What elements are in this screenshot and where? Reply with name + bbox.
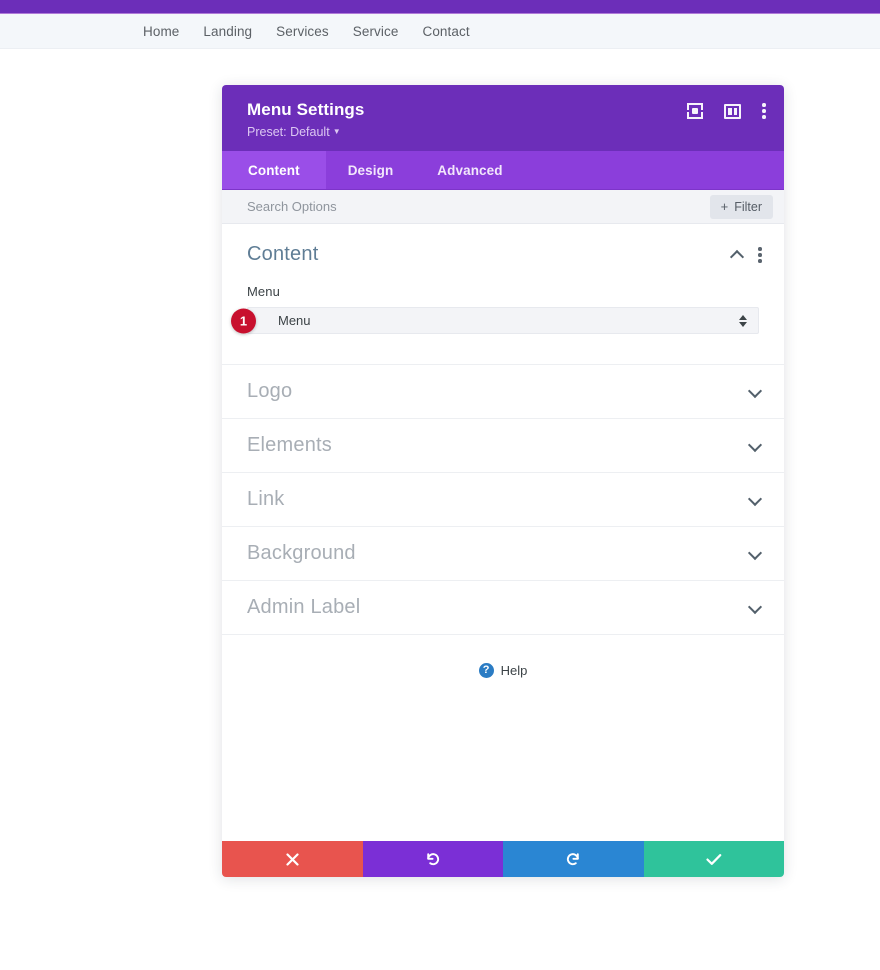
modal-title: Menu Settings [247, 100, 365, 119]
chevron-down-icon[interactable] [749, 547, 762, 560]
section-row-admin-label[interactable]: Admin Label [222, 580, 784, 634]
layout-icon[interactable] [724, 103, 741, 119]
filter-button[interactable]: + Filter [709, 194, 773, 219]
tab-design[interactable]: Design [326, 151, 416, 189]
site-top-accent-bar [0, 0, 880, 14]
modal-action-bar [222, 841, 784, 878]
site-nav-item-contact[interactable]: Contact [422, 24, 469, 39]
section-label-link: Link [247, 488, 285, 511]
content-section-title: Content [247, 243, 319, 266]
menu-select[interactable]: Menu [247, 307, 759, 335]
menu-field-label: Menu [247, 284, 280, 300]
cancel-button[interactable] [222, 841, 363, 878]
menu-settings-modal: Menu Settings Preset: Default ▼ Content D… [222, 85, 784, 878]
chevron-down-icon[interactable] [749, 601, 762, 614]
menu-select-wrapper: 1 Menu [231, 307, 759, 335]
step-badge: 1 [231, 308, 256, 334]
section-label-elements: Elements [247, 434, 332, 457]
section-row-logo[interactable]: Logo [222, 364, 784, 418]
chevron-up-icon[interactable] [731, 248, 744, 261]
site-navigation: Home Landing Services Service Contact [0, 14, 880, 49]
search-input[interactable] [247, 199, 710, 215]
content-section: Content Menu 1 Menu [222, 224, 784, 364]
preset-label: Preset: Default [247, 125, 330, 140]
content-section-kebab-icon[interactable] [758, 247, 762, 263]
preset-selector[interactable]: Preset: Default ▼ [247, 125, 364, 139]
content-section-controls [731, 247, 762, 263]
tab-content[interactable]: Content [222, 151, 326, 190]
search-options-bar: + Filter [222, 190, 784, 225]
content-section-header[interactable]: Content [222, 243, 784, 266]
plus-icon: + [720, 199, 729, 215]
tab-advanced[interactable]: Advanced [415, 151, 524, 189]
page-stage: Menu Settings Preset: Default ▼ Content D… [0, 49, 880, 970]
menu-field-block: Menu 1 Menu [222, 266, 784, 364]
undo-button[interactable] [362, 841, 503, 878]
help-question-icon: ? [478, 662, 494, 678]
section-label-background: Background [247, 542, 356, 565]
section-label-logo: Logo [247, 380, 293, 403]
filter-button-label: Filter [734, 199, 762, 214]
site-nav-item-services[interactable]: Services [276, 24, 329, 39]
modal-header-titles: Menu Settings Preset: Default ▼ [247, 99, 364, 139]
modal-tabs: Content Design Advanced [222, 151, 784, 191]
site-nav-item-service[interactable]: Service [353, 24, 399, 39]
preset-caret-icon: ▼ [332, 127, 341, 137]
kebab-menu-icon[interactable] [762, 103, 766, 119]
chevron-down-icon[interactable] [749, 385, 762, 398]
help-label: Help [500, 662, 528, 678]
site-nav-item-landing[interactable]: Landing [203, 24, 252, 39]
chevron-down-icon[interactable] [749, 493, 762, 506]
site-nav-item-home[interactable]: Home [143, 24, 179, 39]
section-row-background[interactable]: Background [222, 526, 784, 580]
help-link[interactable]: ? Help [478, 661, 528, 679]
section-label-admin-label: Admin Label [247, 596, 361, 619]
modal-header: Menu Settings Preset: Default ▼ [222, 85, 784, 152]
save-button[interactable] [643, 841, 784, 878]
section-row-link[interactable]: Link [222, 472, 784, 526]
section-row-elements[interactable]: Elements [222, 418, 784, 472]
modal-header-icons [687, 103, 766, 119]
focus-icon[interactable] [687, 103, 703, 119]
chevron-down-icon[interactable] [749, 439, 762, 452]
help-area: ? Help [222, 634, 784, 841]
redo-button[interactable] [503, 841, 644, 878]
